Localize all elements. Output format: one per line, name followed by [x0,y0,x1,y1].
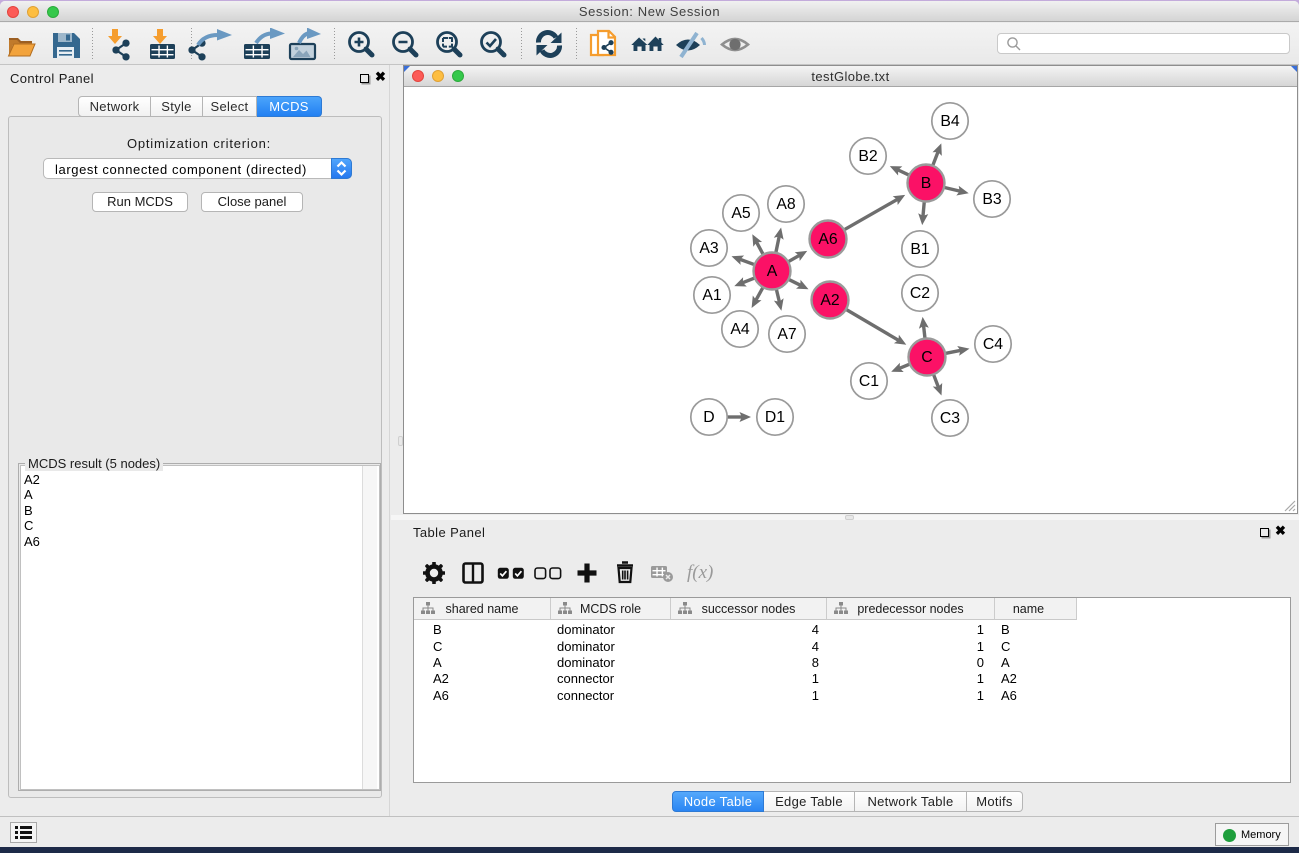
svg-text:C1: C1 [859,373,879,390]
svg-text:A5: A5 [731,205,751,222]
svg-text:A: A [767,263,778,280]
svg-text:D1: D1 [765,409,785,426]
svg-text:B4: B4 [940,113,960,130]
svg-text:A7: A7 [777,326,796,343]
svg-text:C2: C2 [910,285,930,302]
svg-text:C3: C3 [940,410,960,427]
svg-text:A3: A3 [699,240,719,257]
svg-text:A8: A8 [776,196,796,213]
svg-text:A4: A4 [730,321,750,338]
svg-text:A6: A6 [818,231,838,248]
svg-text:B1: B1 [910,241,930,258]
svg-text:B2: B2 [858,148,877,165]
svg-text:B: B [921,175,932,192]
svg-text:B3: B3 [982,191,1002,208]
svg-text:A1: A1 [702,287,722,304]
svg-text:C: C [921,349,932,366]
svg-text:A2: A2 [820,292,839,309]
svg-text:D: D [703,409,714,426]
svg-text:C4: C4 [983,336,1003,353]
